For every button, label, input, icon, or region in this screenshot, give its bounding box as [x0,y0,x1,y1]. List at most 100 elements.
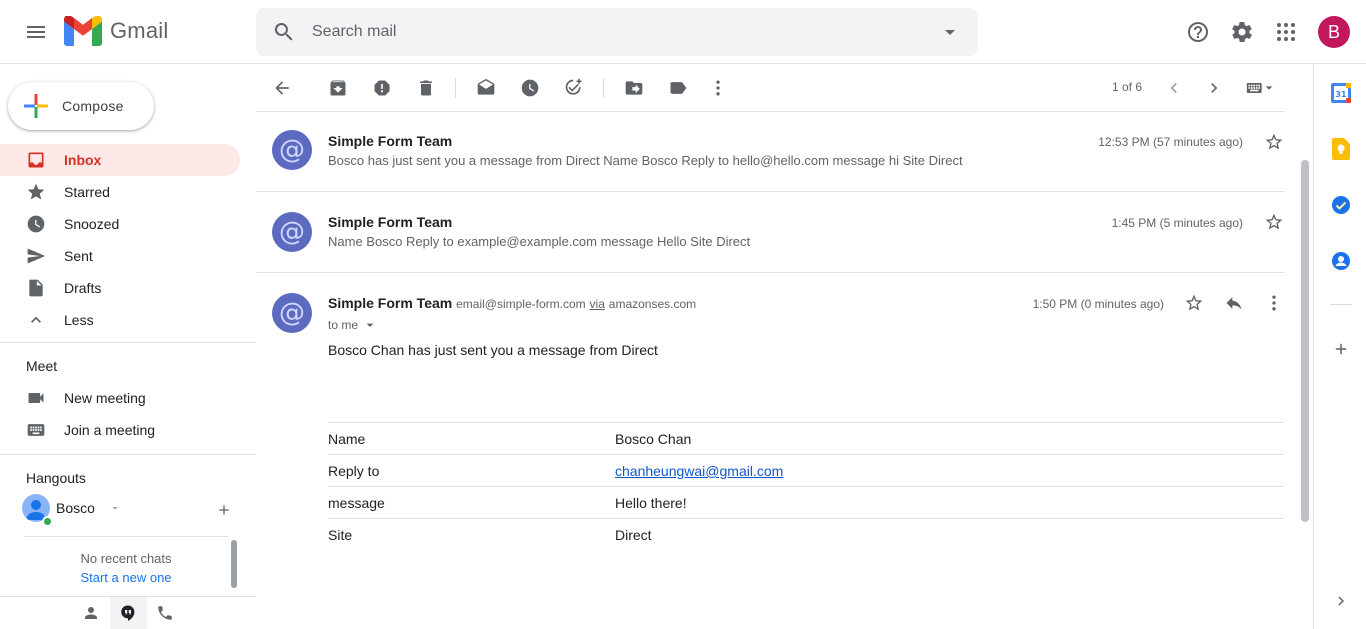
star-button[interactable] [1264,212,1284,232]
archive-button[interactable] [318,68,358,108]
contacts-button[interactable] [1330,250,1352,272]
contacts-tab[interactable] [73,597,110,629]
message-time: 1:50 PM (0 minutes ago) [1032,297,1164,311]
table-row: message Hello there! [328,486,1284,518]
more-options-button[interactable] [698,68,738,108]
phone-icon [158,606,172,620]
message-fields-table: Name Bosco Chan Reply to chanheungwai@gm… [328,422,1284,550]
message-time: 1:45 PM (5 minutes ago) [1111,216,1243,230]
table-row: Reply to chanheungwai@gmail.com [328,454,1284,486]
sidebar-item-less[interactable]: Less [0,304,240,336]
sidebar-item-drafts[interactable]: Drafts [0,272,240,304]
more-vert-icon [716,80,720,96]
field-value: Hello there! [615,495,687,511]
hangouts-section-title: Hangouts [26,470,86,486]
sidebar-item-label: Inbox [64,152,102,168]
left-navigation: Compose Inbox Starred Snoozed Sent Draft… [0,64,256,629]
compose-button[interactable]: Compose [8,82,154,130]
hamburger-icon [27,26,45,38]
help-icon [1188,22,1208,42]
keep-button[interactable] [1330,138,1352,160]
field-value: Bosco Chan [615,431,692,447]
sidebar-item-inbox[interactable]: Inbox [0,144,240,176]
mark-unread-button[interactable] [466,68,506,108]
reply-button[interactable] [1224,293,1244,313]
chat-scrollbar[interactable] [230,536,240,596]
expand-side-panel-button[interactable] [1330,590,1352,612]
main-menu-button[interactable] [16,12,56,52]
tasks-button[interactable] [1330,194,1352,216]
get-addons-button[interactable] [1330,338,1352,360]
support-button[interactable] [1178,12,1218,52]
via-link[interactable]: via [590,297,605,311]
message-snippet: Bosco has just sent you a message from D… [328,153,963,168]
recipient-details-toggle[interactable]: to me [328,317,378,333]
clock-icon [26,214,46,234]
reply-icon [1226,297,1242,310]
sidebar-item-starred[interactable]: Starred [0,176,240,208]
sidebar-item-sent[interactable]: Sent [0,240,240,272]
keyboard-icon [1246,83,1273,93]
labels-button[interactable] [658,68,698,108]
add-to-tasks-button[interactable] [554,68,594,108]
scrollbar-thumb[interactable] [1301,160,1309,522]
chevron-left-icon [1170,83,1177,93]
message-time: 12:53 PM (57 minutes ago) [1098,135,1243,149]
search-button[interactable] [256,8,312,56]
settings-button[interactable] [1222,12,1262,52]
star-button[interactable] [1264,132,1284,152]
avatar-letter: B [1327,21,1340,42]
search-input[interactable] [312,23,922,41]
no-chats-text: No recent chats [80,551,172,566]
account-avatar[interactable]: B [1318,16,1350,48]
delete-button[interactable] [406,68,446,108]
search-options-button[interactable] [922,8,978,56]
plus-icon [1335,343,1347,355]
main-scrollbar[interactable] [1298,112,1312,629]
chevron-up-icon [26,310,46,330]
sender-name: Simple Form Team [328,133,453,149]
back-button[interactable] [262,68,302,108]
app-name: Gmail [110,18,169,43]
join-meeting-button[interactable]: Join a meeting [0,414,240,446]
apps-button[interactable] [1266,12,1306,52]
snooze-button[interactable] [510,68,550,108]
divider [0,454,256,455]
svg-text:31: 31 [1335,90,1347,99]
new-meeting-button[interactable]: New meeting [0,382,240,414]
divider [1330,304,1352,305]
compose-label: Compose [62,98,124,114]
more-vert-icon [1272,295,1276,311]
pagination-text: 1 of 6 [1112,80,1143,94]
reply-to-email-link[interactable]: chanheungwai@gmail.com [615,463,783,479]
hangouts-user-selector[interactable]: Bosco [22,494,121,522]
report-spam-button[interactable] [362,68,402,108]
sender-avatar: @ [272,293,312,333]
calendar-button[interactable]: 31 [1330,82,1352,104]
star-button[interactable] [1184,293,1204,313]
field-key: Name [328,431,366,447]
gmail-logo[interactable]: Gmail [64,16,168,46]
chats-tab[interactable] [109,597,147,629]
draft-icon [26,278,46,298]
sidebar-item-label: Snoozed [64,216,120,232]
sidebar-item-snoozed[interactable]: Snoozed [0,208,240,240]
field-key: Site [328,527,353,543]
hangouts-icon [121,605,135,621]
message-collapsed[interactable]: @ Simple Form Team Name Bosco Reply to e… [256,192,1284,272]
input-tools-button[interactable] [1240,68,1280,108]
new-conversation-button[interactable] [214,500,234,520]
start-new-chat-link[interactable]: Start a new one [24,570,228,585]
chevron-right-icon [1338,596,1344,606]
sidebar-item-label: Starred [64,184,110,200]
move-to-button[interactable] [614,68,654,108]
older-button[interactable] [1194,68,1234,108]
search-bar[interactable] [256,8,978,56]
message-collapsed[interactable]: @ Simple Form Team Bosco has just sent y… [256,112,1284,191]
star-icon [26,182,46,202]
scrollbar-thumb[interactable] [231,540,237,588]
calls-tab[interactable] [147,597,184,629]
message-more-button[interactable] [1264,293,1284,313]
chevron-right-icon [1211,83,1218,93]
newer-button[interactable] [1154,68,1194,108]
